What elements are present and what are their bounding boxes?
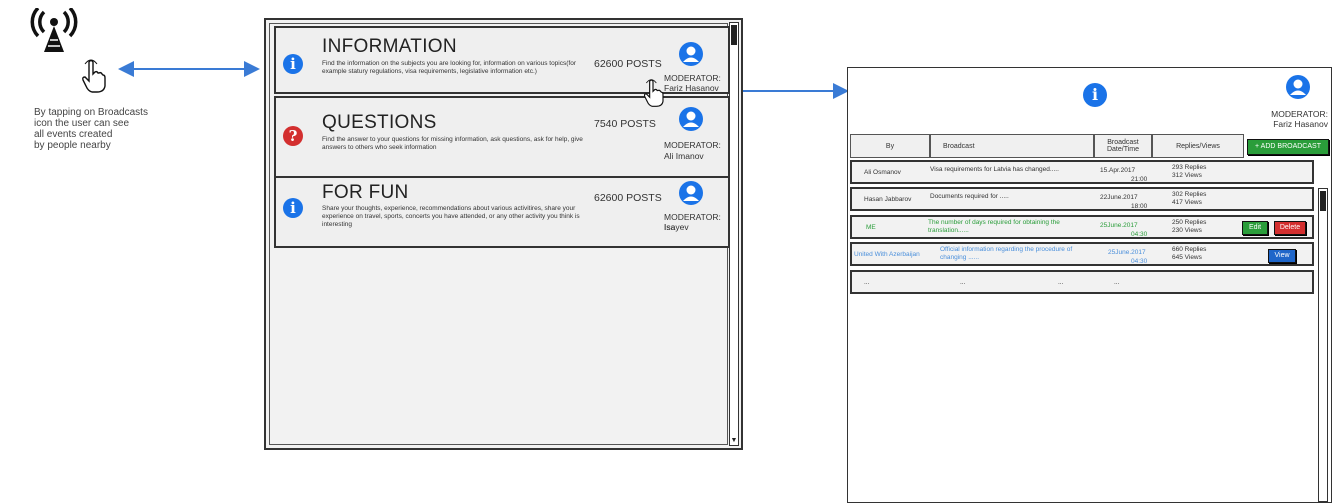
categories-window: i INFORMATION Find the information on th… [264, 18, 743, 450]
annotation-line: by people nearby [34, 140, 111, 151]
row-time: 04:30 [1131, 258, 1148, 265]
category-description: Share your thoughts, experience, recomme… [322, 205, 580, 228]
broadcast-row-own[interactable]: ME The number of days required for obtai… [850, 215, 1314, 239]
row-views: 230 Views [1172, 227, 1202, 234]
row-broadcast-text: Official information regarding the proce… [940, 246, 1073, 261]
row-replies: 660 Replies [1172, 246, 1207, 253]
broadcast-row-placeholder: ... ... ... ... [850, 270, 1314, 294]
moderator-label: MODERATOR: [1271, 109, 1328, 119]
annotation-line: icon the user can see [34, 118, 130, 129]
column-header-label: Replies/Views [1176, 142, 1220, 150]
placeholder-cell: ... [1058, 279, 1064, 286]
broadcasts-window: i MODERATOR: Fariz Hasanov By Broadcast … [847, 67, 1332, 503]
moderator-avatar-icon [679, 181, 703, 205]
moderator-label: MODERATOR: [664, 73, 721, 83]
category-title: INFORMATION [322, 36, 457, 57]
category-description: Find the information on the subjects you… [322, 60, 576, 75]
row-author: Hasan Jabbarov [864, 196, 912, 203]
broadcast-antenna-icon[interactable] [28, 8, 80, 54]
placeholder-cell: ... [1114, 279, 1120, 286]
category-for-fun[interactable]: i FOR FUN Share your thoughts, experienc… [274, 176, 730, 248]
hand-pointer-icon [643, 79, 664, 107]
row-replies: 302 Replies [1172, 191, 1207, 198]
row-date: 25June.2017 [1100, 222, 1138, 229]
row-replies: 293 Replies [1172, 164, 1207, 171]
edit-button[interactable]: Edit [1242, 221, 1268, 235]
row-broadcast-text: The number of days required for obtainin… [928, 219, 1060, 234]
moderator-name: Ali Imanov [664, 151, 704, 161]
moderator-avatar-icon [679, 42, 703, 66]
hand-pointer-icon [82, 59, 106, 93]
row-author: United With Azerbaijan [854, 251, 920, 258]
column-header-label: By [885, 142, 895, 150]
row-broadcast-text: Visa requirements for Latvia has changed… [930, 166, 1059, 173]
posts-count: 62600 POSTS [594, 192, 662, 204]
row-views: 645 Views [1172, 254, 1202, 261]
row-views: 417 Views [1172, 199, 1202, 206]
row-time: 18:00 [1131, 203, 1148, 210]
info-icon: i [283, 198, 303, 218]
broadcast-row[interactable]: Hasan Jabbarov Documents required for ..… [850, 187, 1314, 211]
category-title: QUESTIONS [322, 112, 437, 133]
row-author: Ali Osmanov [864, 169, 901, 176]
vertical-scrollbar[interactable] [1318, 188, 1328, 502]
info-icon: i [283, 54, 303, 74]
moderator-name: Fariz Hasanov [664, 83, 719, 93]
column-header-label: Broadcast [943, 142, 975, 150]
info-icon: i [1083, 83, 1107, 107]
row-date: 25June.2017 [1108, 249, 1146, 256]
column-header-broadcast[interactable]: Broadcast [930, 134, 1094, 158]
row-date: 22June.2017 [1100, 194, 1138, 201]
scrollbar-thumb[interactable] [731, 25, 737, 45]
broadcast-row[interactable]: United With Azerbaijan Official informat… [850, 242, 1314, 266]
view-button[interactable]: View [1268, 249, 1296, 263]
scroll-down-icon[interactable]: ▼ [730, 437, 738, 445]
placeholder-cell: ... [864, 279, 870, 286]
row-date: 15.Apr.2017 [1100, 167, 1136, 174]
posts-count: 7540 POSTS [594, 118, 656, 130]
column-header-datetime[interactable]: Broadcast Date/Time [1094, 134, 1152, 158]
posts-count: 62600 POSTS [594, 58, 662, 70]
category-title: FOR FUN [322, 182, 409, 203]
broadcast-row[interactable]: Ali Osmanov Visa requirements for Latvia… [850, 160, 1314, 184]
moderator-name: Isayev [664, 222, 689, 232]
annotation-line: By tapping on Broadcasts [34, 107, 148, 118]
row-views: 312 Views [1172, 172, 1202, 179]
question-icon: ? [283, 126, 303, 146]
annotation-text: By tapping on Broadcasts icon the user c… [34, 107, 204, 151]
column-header-label: Broadcast [1107, 139, 1139, 146]
row-broadcast-text: Documents required for ..... [930, 193, 1009, 200]
row-author: ME [866, 224, 876, 231]
moderator-name: Fariz Hasanov [1273, 119, 1328, 129]
moderator-avatar-icon [1286, 75, 1310, 99]
column-header-replies[interactable]: Replies/Views [1152, 134, 1244, 158]
row-time: 21:00 [1131, 176, 1148, 183]
category-description: Find the answer to your questions for mi… [322, 136, 583, 151]
delete-button[interactable]: Delete [1274, 221, 1306, 235]
add-broadcast-button[interactable]: + ADD BROADCAST [1247, 139, 1329, 155]
moderator-label: MODERATOR: [664, 140, 721, 150]
row-time: 04:30 [1131, 231, 1148, 238]
annotation-line: all events created [34, 129, 113, 140]
column-header-by[interactable]: By [850, 134, 930, 158]
broadcast-list: Ali Osmanov Visa requirements for Latvia… [850, 160, 1316, 500]
vertical-scrollbar[interactable]: ▼ [729, 22, 739, 446]
moderator-avatar-icon [679, 107, 703, 131]
column-header-label: Date/Time [1106, 146, 1140, 153]
placeholder-cell: ... [960, 279, 966, 286]
row-replies: 250 Replies [1172, 219, 1207, 226]
scrollbar-thumb[interactable] [1320, 191, 1326, 211]
